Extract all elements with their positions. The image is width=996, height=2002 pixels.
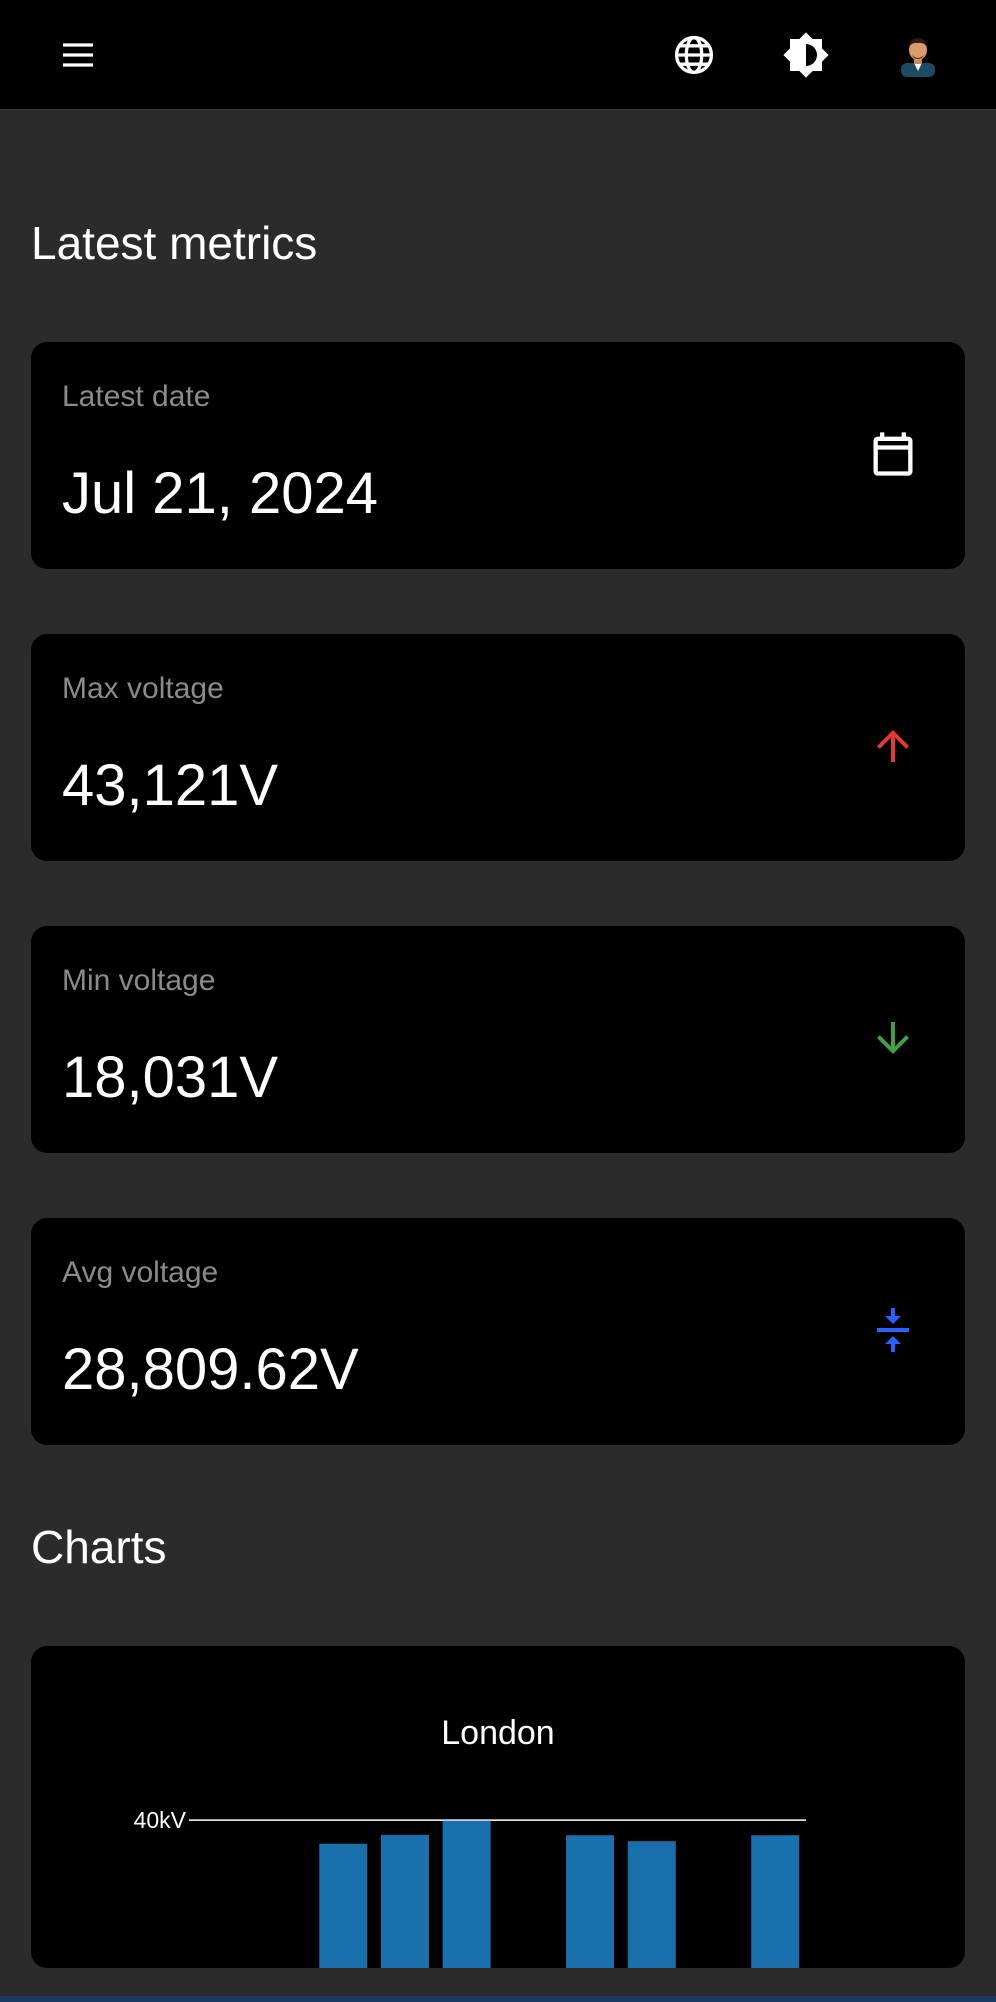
metric-label: Min voltage <box>62 964 216 997</box>
avatar-button[interactable] <box>888 25 948 85</box>
metric-card-max-voltage: Max voltage 43,121V <box>31 634 965 861</box>
app-bar <box>0 0 996 110</box>
metric-card-latest-date: Latest date Jul 21, 2024 <box>31 342 965 569</box>
arrow-up-icon <box>863 716 923 776</box>
chart-card-london: London 40kV <box>31 1646 965 1968</box>
metric-value: Jul 21, 2024 <box>62 461 379 526</box>
vertical-align-center-icon <box>863 1300 923 1360</box>
menu-icon <box>63 43 93 67</box>
brightness-icon <box>783 32 829 78</box>
metric-card-min-voltage: Min voltage 18,031V <box>31 926 965 1153</box>
metric-value: 18,031V <box>62 1045 279 1110</box>
bar[interactable] <box>442 1820 491 1968</box>
calendar-icon <box>863 424 923 484</box>
metric-label: Avg voltage <box>62 1256 219 1289</box>
theme-toggle-button[interactable] <box>776 25 836 85</box>
avatar <box>901 38 935 77</box>
arrow-down-icon <box>863 1008 923 1068</box>
bar[interactable] <box>566 1835 615 1968</box>
y-tick-label: 40kV <box>134 1807 187 1833</box>
bar[interactable] <box>627 1841 676 1968</box>
metric-card-avg-voltage: Avg voltage 28,809.62V <box>31 1218 965 1445</box>
bar[interactable] <box>751 1835 800 1968</box>
metric-value: 28,809.62V <box>62 1337 359 1402</box>
metric-label: Max voltage <box>62 672 224 705</box>
menu-button[interactable] <box>48 25 108 85</box>
bar-chart: 40kV <box>134 1807 806 1968</box>
charts-heading: Charts <box>31 1521 167 1573</box>
metric-label: Latest date <box>62 380 211 413</box>
metric-value: 43,121V <box>62 753 279 818</box>
bottom-edge <box>0 1996 996 2002</box>
language-button[interactable] <box>664 25 724 85</box>
globe-icon <box>674 35 714 75</box>
latest-metrics-heading: Latest metrics <box>31 217 318 269</box>
bar[interactable] <box>380 1834 429 1968</box>
bar[interactable] <box>319 1843 368 1968</box>
